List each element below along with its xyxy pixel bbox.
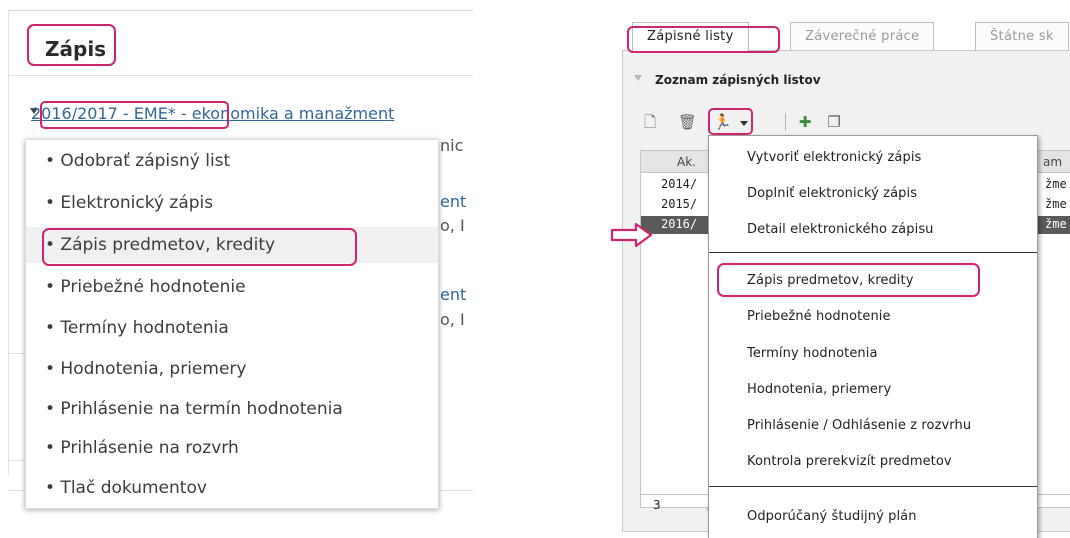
background-text: ent — [440, 192, 467, 211]
background-text: nic — [440, 136, 464, 155]
section-title: Zoznam zápisných listov — [655, 73, 821, 87]
context-menu: • Odobrať zápisný list • Elektronický zá… — [25, 139, 439, 509]
background-text: o, I — [440, 310, 465, 329]
menu-item-grades-averages[interactable]: • Hodnotenia, priemery — [45, 359, 246, 379]
highlight-box-title — [27, 24, 116, 66]
highlight-box-course-enrollment — [42, 228, 357, 266]
title-divider — [8, 75, 473, 76]
menu-item-schedule-registration[interactable]: • Prihlásenie na rozvrh — [45, 438, 239, 458]
add-icon[interactable]: ✚ — [796, 112, 814, 132]
background-text: o, I — [440, 216, 465, 235]
cell-program: žme — [1045, 197, 1067, 211]
menu-item-evaluation-dates[interactable]: Termíny hodnotenia — [747, 346, 878, 361]
menu-item-remove-enrollment[interactable]: • Odobrať zápisný list — [45, 151, 230, 171]
menu-item-electronic-enrollment[interactable]: • Elektronický zápis — [45, 193, 213, 213]
panel-top-border — [8, 10, 473, 11]
menu-item-exam-registration[interactable]: • Prihlásenie na termín hodnotenia — [45, 399, 343, 419]
right-panel: Zápisné listy Záverečné práce Štátne sk … — [610, 0, 1070, 538]
collapse-icon[interactable] — [634, 75, 642, 81]
trash-icon[interactable]: 🗑 — [678, 112, 697, 132]
cell-year: 2015/ — [661, 197, 698, 211]
menu-item-continuous-evaluation[interactable]: Priebežné hodnotenie — [747, 309, 891, 324]
cell-year: 2014/ — [661, 177, 698, 191]
tab-state-exams[interactable]: Štátne sk — [975, 22, 1069, 50]
menu-item-continuous-evaluation[interactable]: • Priebežné hodnotenie — [45, 277, 246, 297]
menu-item-complete-electronic-enrollment[interactable]: Doplniť elektronický zápis — [747, 186, 917, 201]
new-document-icon[interactable]: 🗋 — [641, 112, 659, 132]
cell-year: 2016/ — [661, 217, 698, 231]
menu-item-create-electronic-enrollment[interactable]: Vytvoriť elektronický zápis — [747, 150, 921, 165]
highlight-box-tab — [627, 26, 780, 53]
menu-item-evaluation-dates[interactable]: • Termíny hodnotenia — [45, 318, 229, 338]
cell-program: žme — [1045, 217, 1067, 231]
copy-icon[interactable]: ❐ — [825, 112, 843, 132]
row-count: 3 — [653, 498, 661, 512]
menu-item-grades-averages[interactable]: Hodnotenia, priemery — [747, 382, 891, 397]
column-header-year[interactable]: Ak. — [677, 155, 696, 169]
tab-final-theses[interactable]: Záverečné práce — [790, 22, 935, 50]
pointer-arrow-icon — [610, 222, 653, 248]
menu-item-schedule-registration[interactable]: Prihlásenie / Odhlásenie z rozvrhu — [747, 418, 971, 433]
column-header-program[interactable]: am — [1043, 155, 1062, 169]
menu-item-prerequisite-check[interactable]: Kontrola prerekvizít predmetov — [747, 454, 952, 469]
cell-program: žme — [1045, 177, 1067, 191]
menu-item-electronic-enrollment-detail[interactable]: Detail elektronického zápisu — [747, 222, 934, 237]
menu-separator — [709, 486, 1037, 487]
background-text: ent — [440, 285, 467, 304]
left-panel: Zápis 2016/2017 - EME* - ekonomika a man… — [8, 8, 473, 538]
actions-dropdown-menu: Vytvoriť elektronický zápis Doplniť elek… — [708, 135, 1038, 538]
highlight-box-tree-item — [40, 101, 229, 129]
menu-item-print-documents[interactable]: • Tlač dokumentov — [45, 478, 207, 498]
toolbar-separator — [785, 113, 786, 131]
highlight-box-course-enrollment-menu — [717, 263, 980, 297]
menu-separator — [709, 252, 1037, 253]
highlight-box-action-button — [708, 108, 753, 135]
menu-item-recommended-study-plan[interactable]: Odporúčaný študijný plán — [747, 509, 917, 524]
panel-left-border — [8, 10, 9, 475]
